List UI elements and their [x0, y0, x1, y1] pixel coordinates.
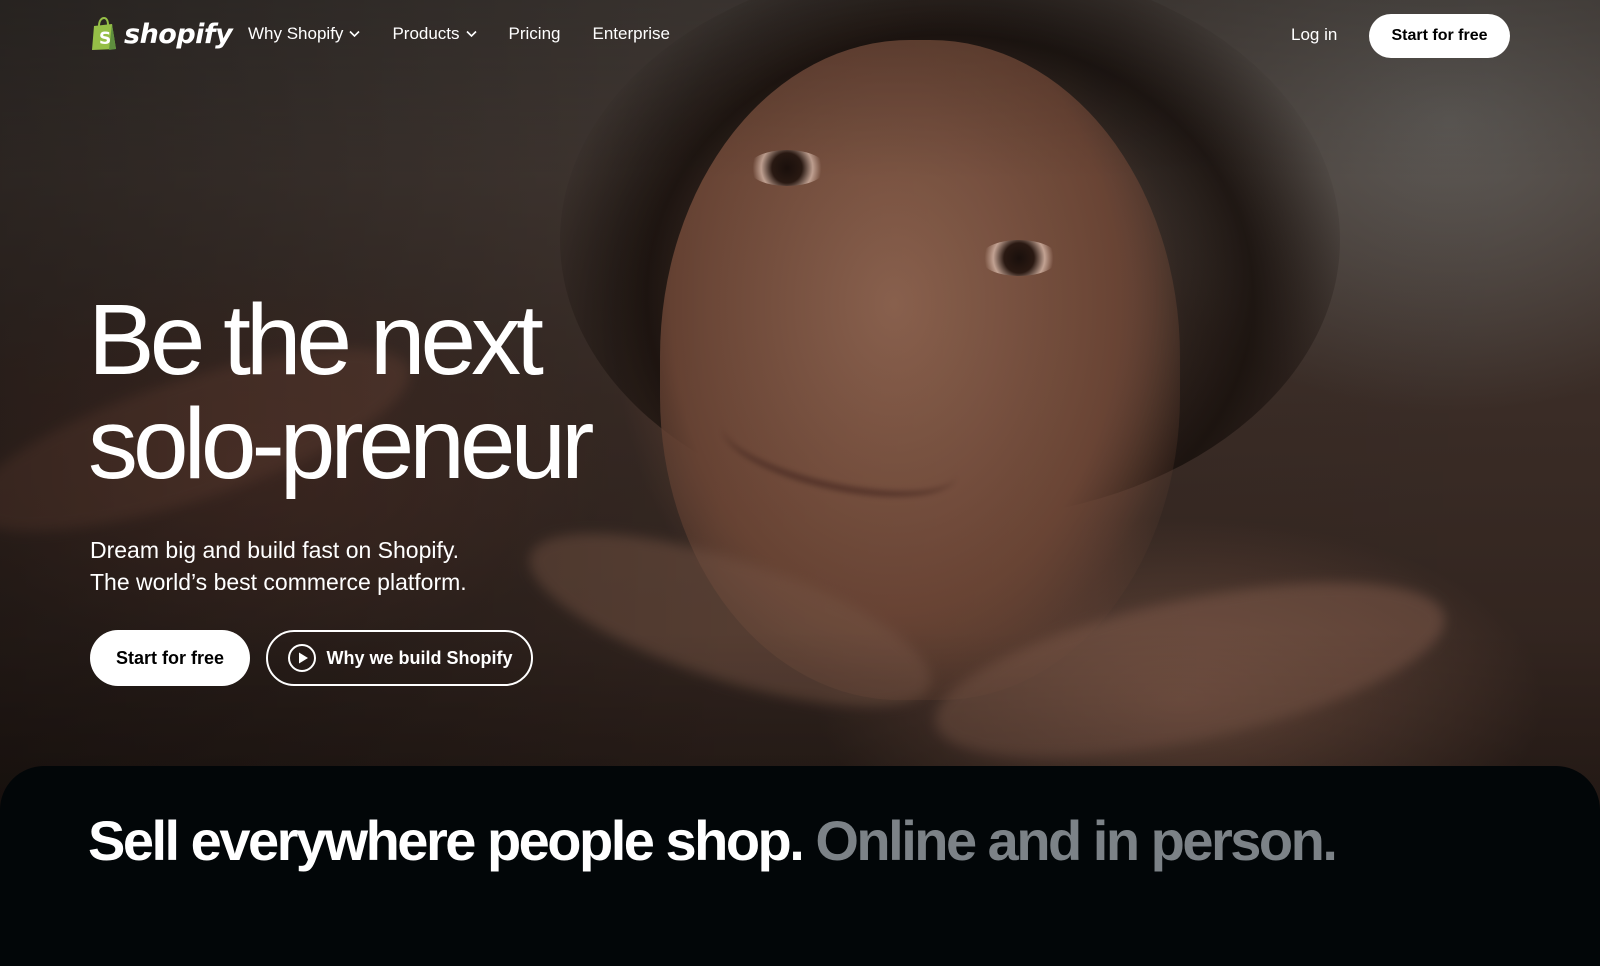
- nav-enterprise-label: Enterprise: [592, 24, 670, 43]
- nav-start-free-button[interactable]: Start for free: [1369, 14, 1510, 58]
- shopify-logo[interactable]: S shopify: [90, 17, 233, 51]
- play-icon: [287, 644, 316, 672]
- sell-everywhere-section: Sell everywhere people shop. Online and …: [0, 766, 1600, 966]
- login-link[interactable]: Log in: [1291, 25, 1337, 45]
- hero-start-free-button[interactable]: Start for free: [90, 630, 250, 686]
- nav-why-shopify[interactable]: Why Shopify: [248, 24, 361, 44]
- nav-why-shopify-label: Why Shopify: [248, 24, 344, 43]
- hero-cta-group: Start for free Why we build Shopify: [90, 630, 533, 686]
- nav-pricing[interactable]: Pricing: [509, 24, 561, 44]
- logo-wordmark: shopify: [124, 18, 233, 50]
- nav-enterprise[interactable]: Enterprise: [593, 24, 670, 44]
- hero-headline-line2: solo-preneur: [88, 388, 594, 500]
- hero-subheading: Dream big and build fast on Shopify. The…: [90, 534, 467, 598]
- shopping-bag-icon: S: [92, 17, 116, 50]
- nav-products-label: Products: [392, 24, 460, 43]
- svg-text:S: S: [99, 29, 111, 49]
- chevron-down-icon: [465, 30, 477, 38]
- chevron-down-icon: [349, 30, 361, 38]
- section-title: Sell everywhere people shop. Online and …: [88, 808, 1338, 873]
- section-title-muted: Online and in person.: [815, 809, 1338, 872]
- primary-nav: Why Shopify Products Pricing Enterprise: [248, 24, 702, 44]
- top-navigation: S shopify Why Shopify Products Pricing E…: [0, 0, 1600, 72]
- hero-sub-line1: Dream big and build fast on Shopify.: [90, 537, 460, 563]
- why-we-build-button[interactable]: Why we build Shopify: [266, 630, 533, 686]
- nav-pricing-label: Pricing: [508, 24, 561, 43]
- nav-products[interactable]: Products: [392, 24, 477, 44]
- hero-sub-line2: The world’s best commerce platform.: [90, 569, 467, 595]
- hero-headline-line1: Be the next: [88, 284, 544, 396]
- section-title-main: Sell everywhere people shop.: [88, 809, 805, 872]
- why-we-build-label: Why we build Shopify: [326, 647, 513, 668]
- hero-headline: Be the next solo-preneur: [88, 284, 594, 500]
